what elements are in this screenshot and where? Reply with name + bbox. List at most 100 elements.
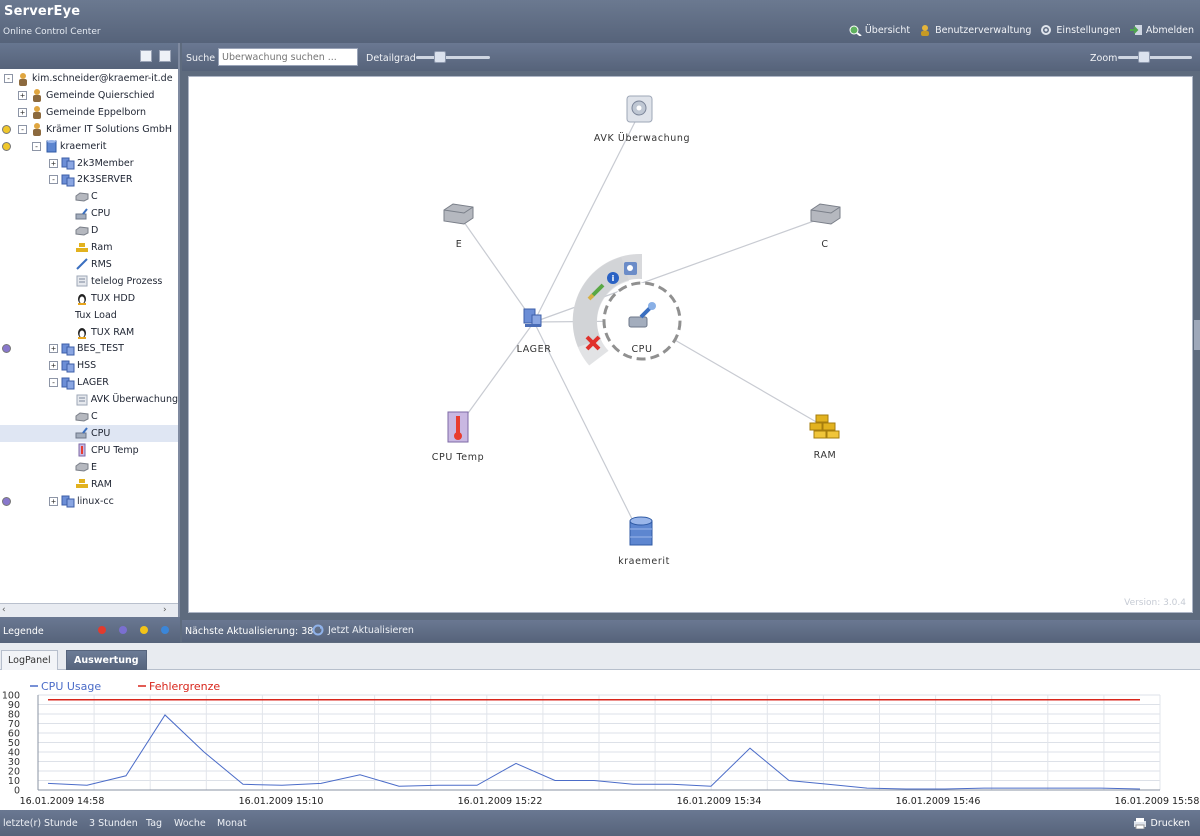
tree-item[interactable]: Ram — [0, 239, 178, 256]
legend-purple-dot[interactable] — [119, 626, 127, 634]
user-icon — [16, 72, 30, 86]
database-node-icon[interactable] — [629, 516, 653, 546]
server-group-icon — [61, 376, 75, 390]
cputemp-node-label[interactable]: CPU Temp — [432, 452, 484, 463]
tree-panel: - kim.schneider@kraemer-it.de + Gemeinde Qu… — [0, 43, 180, 643]
range-hour-button[interactable]: Stunde — [44, 818, 78, 829]
detail-level-thumb[interactable] — [434, 51, 446, 63]
info-action-icon[interactable]: i — [607, 272, 619, 284]
collapse-icon[interactable]: - — [49, 378, 58, 388]
drive-e-icon[interactable] — [443, 203, 474, 225]
tree-item[interactable]: - 2K3SERVER — [0, 171, 178, 188]
expand-icon[interactable]: + — [49, 344, 58, 354]
tree-item[interactable]: RAM — [0, 476, 178, 493]
legend-red-dot[interactable] — [98, 626, 106, 634]
tree-item[interactable]: + BES_TEST — [0, 340, 178, 357]
tab-auswertung[interactable]: Auswertung — [66, 650, 147, 670]
range-day-button[interactable]: Tag — [146, 818, 162, 829]
search-input[interactable] — [218, 48, 358, 66]
legend-yellow-dot[interactable] — [140, 626, 148, 634]
drive-c-node-label[interactable]: C — [821, 239, 828, 250]
user-management-icon — [918, 24, 932, 36]
tree-item[interactable]: telelog Prozess — [0, 273, 178, 290]
drive-e-node-label[interactable]: E — [456, 239, 463, 250]
range-week-button[interactable]: Woche — [174, 818, 206, 829]
tree-item[interactable]: CPU — [0, 424, 178, 442]
cpu-node-label[interactable]: CPU — [631, 344, 652, 355]
tree-item[interactable]: CPU Temp — [0, 442, 178, 459]
tree-item[interactable]: +2k3Member — [0, 155, 178, 172]
avk-node-icon[interactable] — [626, 95, 653, 123]
tree-item[interactable]: CPU — [0, 205, 178, 222]
scroll-right-icon[interactable]: › — [163, 605, 167, 615]
tree-item[interactable]: RMS — [0, 256, 178, 273]
detail-level-slider[interactable] — [416, 56, 490, 59]
tab-logpanel[interactable]: LogPanel — [1, 650, 58, 670]
legend-entry: Fehlergrenze — [149, 680, 220, 693]
tree-item[interactable]: C — [0, 188, 178, 205]
collapse-icon[interactable]: - — [4, 74, 13, 83]
expand-icon[interactable]: + — [18, 90, 27, 100]
tree-item-label: BES_TEST — [77, 343, 124, 355]
tree-item-label: C — [91, 191, 98, 203]
collapse-icon[interactable]: - — [18, 124, 27, 134]
expand-icon[interactable]: + — [18, 107, 27, 117]
avk-node-label[interactable]: AVK Überwachung — [594, 133, 690, 144]
legend-blue-dot[interactable] — [161, 626, 169, 634]
nav-logout[interactable]: Abmelden — [1129, 24, 1194, 36]
scroll-left-icon[interactable]: ‹ — [2, 605, 6, 615]
ram-node-label[interactable]: RAM — [814, 450, 837, 461]
nav-overview[interactable]: Übersicht — [848, 24, 910, 37]
expand-icon[interactable]: + — [49, 158, 58, 168]
range-month-button[interactable]: Monat — [217, 818, 247, 829]
tree-horizontal-scrollbar[interactable]: ‹ › — [0, 603, 178, 617]
range-3hours-button[interactable]: 3 Stunden — [89, 818, 138, 829]
tree-item[interactable]: + linux-cc — [0, 493, 178, 510]
tree-item[interactable]: - kim.schneider@kraemer-it.de — [0, 70, 178, 87]
thermometer-node-icon[interactable] — [447, 411, 469, 443]
expand-icon[interactable]: + — [49, 496, 58, 506]
drive-c-icon[interactable] — [810, 203, 841, 225]
tree-item[interactable]: + Gemeinde Quierschied — [0, 87, 178, 104]
time-range-bar: letzte(r) Stunde 3 Stunden Tag Woche Mon… — [0, 810, 1200, 836]
tree-item[interactable]: - Krämer IT Solutions GmbH — [0, 121, 178, 138]
tree-item[interactable]: D — [0, 222, 178, 239]
zoom-thumb[interactable] — [1138, 51, 1150, 63]
refresh-now-button[interactable]: Jetzt Aktualisieren — [312, 624, 414, 636]
x-tick-label: 16.01.2009 15:34 — [677, 796, 762, 807]
tree-item[interactable]: - kraemerit — [0, 138, 178, 155]
tree-item[interactable]: AVK Überwachung — [0, 391, 178, 408]
tree-item[interactable]: TUX RAM — [0, 324, 178, 341]
nav-user-management[interactable]: Benutzerverwaltung — [918, 24, 1031, 36]
main-toolbar: Suche Detailgrad Zoom — [182, 43, 1200, 71]
tree-item-label: telelog Prozess — [91, 275, 163, 287]
lager-node-label[interactable]: LAGER — [517, 344, 552, 355]
lager-node-icon[interactable] — [523, 308, 542, 327]
status-purple-dot — [2, 496, 11, 506]
tree-item[interactable]: - LAGER — [0, 374, 178, 391]
tree-item[interactable]: E — [0, 459, 178, 476]
collapse-icon[interactable]: - — [32, 141, 41, 151]
tree-item[interactable]: Tux Load — [0, 307, 178, 324]
user-icon — [30, 122, 44, 137]
tree-item[interactable]: + HSS — [0, 357, 178, 374]
tree-item[interactable]: TUX HDD — [0, 290, 178, 307]
ram-node-icon[interactable] — [809, 414, 840, 439]
collapse-icon[interactable]: - — [49, 175, 58, 185]
nav-settings[interactable]: Einstellungen — [1039, 24, 1121, 36]
print-button[interactable]: Drucken — [1133, 817, 1190, 829]
x-tick-label: 16.01.2009 15:46 — [896, 796, 981, 807]
graph-canvas[interactable]: i AVK Überwachung E C CPU Temp RAM kraem… — [188, 76, 1193, 613]
collapse-all-button[interactable] — [159, 50, 171, 62]
overview-icon — [848, 24, 862, 37]
nav-settings-label: Einstellungen — [1056, 24, 1121, 36]
kraemerit-node-label[interactable]: kraemerit — [618, 556, 670, 567]
zoom-slider[interactable] — [1118, 56, 1192, 59]
right-panel-grip[interactable] — [1194, 320, 1200, 350]
settings-action-icon[interactable] — [624, 262, 637, 275]
expand-all-button[interactable] — [140, 50, 152, 62]
tree-item[interactable]: C — [0, 408, 178, 425]
expand-icon[interactable]: + — [49, 361, 58, 371]
tree-item[interactable]: + Gemeinde Eppelborn — [0, 104, 178, 121]
tree-item-label: CPU — [91, 208, 111, 220]
